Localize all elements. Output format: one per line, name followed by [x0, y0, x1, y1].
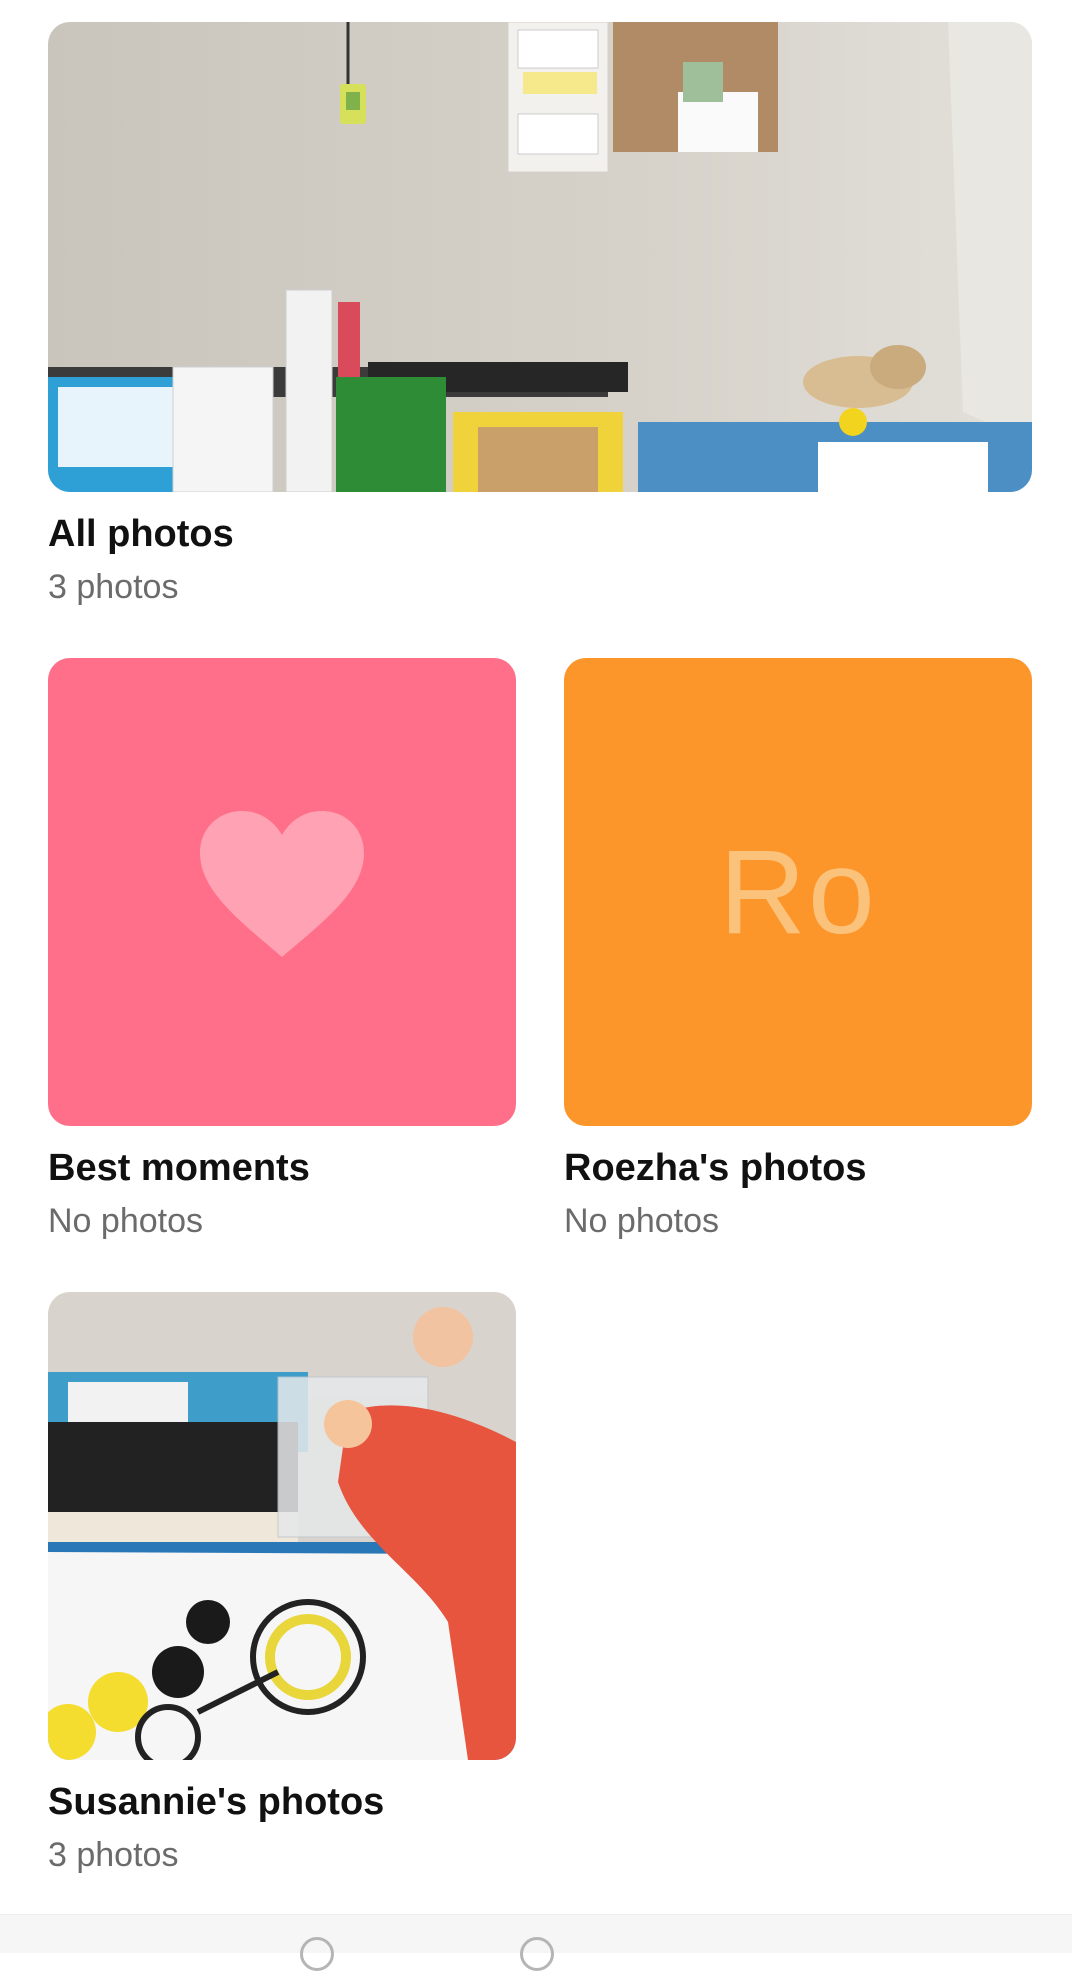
album-photo-count: 3 photos: [48, 568, 179, 606]
album-title: Roezha's photos: [564, 1147, 867, 1189]
album-monogram: Ro: [719, 825, 877, 959]
album-thumbnail-roezhas-photos[interactable]: Ro: [564, 658, 1032, 1126]
album-all-photos[interactable]: All photos 3 photos: [48, 22, 1032, 612]
album-thumbnail-susannies-photos[interactable]: [48, 1292, 516, 1760]
album-photo-count: No photos: [564, 1202, 719, 1240]
album-photo-count: No photos: [48, 1202, 203, 1240]
album-photo-count: 3 photos: [48, 1836, 179, 1874]
album-thumbnail-all-photos[interactable]: [48, 22, 1032, 492]
album-best-moments[interactable]: Best moments No photos: [48, 658, 516, 1248]
heart-icon: [200, 811, 364, 957]
album-title: All photos: [48, 513, 234, 555]
album-title: Susannie's photos: [48, 1781, 385, 1823]
playroom-photo: [48, 22, 1032, 492]
bottom-navigation-bar: [0, 1914, 1072, 1971]
album-roezhas-photos[interactable]: Ro Roezha's photos No photos: [564, 658, 1032, 1248]
album-title: Best moments: [48, 1147, 310, 1189]
album-susannies-photos[interactable]: Susannie's photos 3 photos: [48, 1292, 516, 1882]
nav-icon-center[interactable]: [520, 1937, 554, 1971]
nav-icon-left[interactable]: [300, 1937, 334, 1971]
album-thumbnail-best-moments[interactable]: [48, 658, 516, 1126]
craft-activity-photo: [48, 1292, 516, 1760]
